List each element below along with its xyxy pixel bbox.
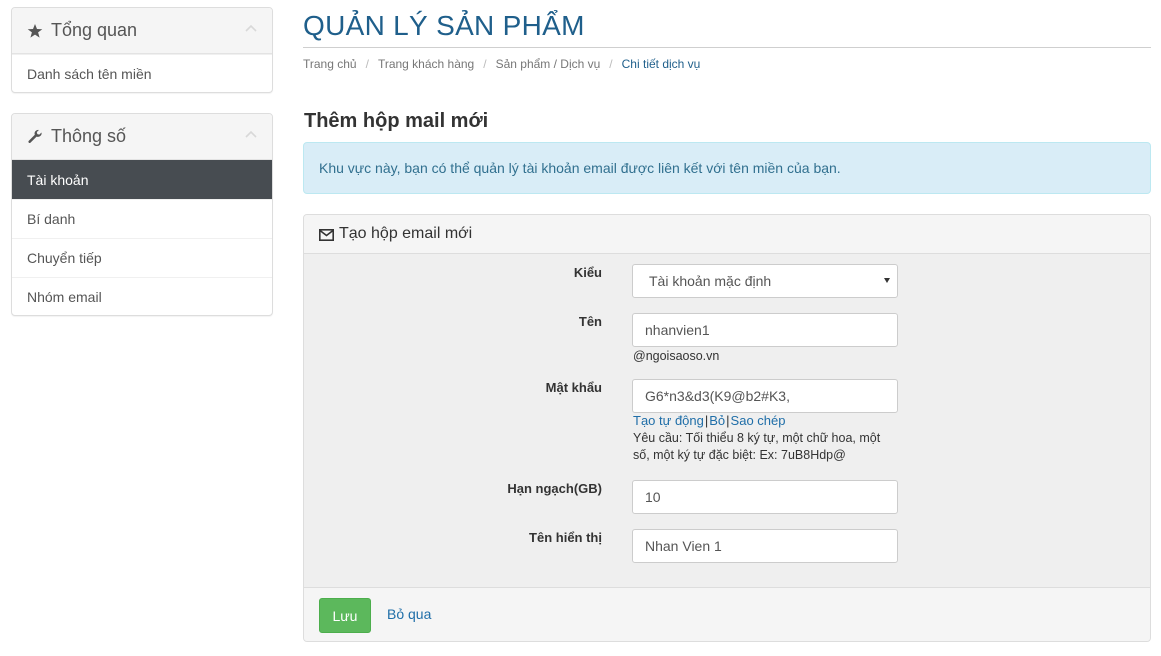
caret-down-icon (884, 278, 890, 283)
title-divider (303, 47, 1151, 48)
name-label: Tên (578, 314, 602, 329)
breadcrumb-separator: / (609, 57, 613, 71)
settings-panel-title: Thông số (51, 126, 127, 146)
create-mailbox-header: Tạo hộp email mới (304, 215, 1150, 254)
sidebar-item-alias[interactable]: Bí danh (12, 199, 272, 238)
cancel-link[interactable]: Bỏ qua (387, 606, 431, 622)
display-name-input[interactable]: Nhan Vien 1 (632, 529, 898, 563)
create-mailbox-panel: Tạo hộp email mới Kiểu Tài khoản mặc địn… (303, 214, 1151, 642)
generate-password-link[interactable]: Tạo tự động (633, 413, 704, 428)
quota-input-value: 10 (645, 489, 661, 505)
breadcrumb-separator: / (483, 57, 487, 71)
password-label: Mật khẩu (545, 380, 602, 395)
password-input[interactable]: G6*n3&d3(K9@b2#K3, (632, 379, 898, 413)
settings-panel-header[interactable]: Thông số (12, 114, 272, 160)
chevron-up-icon[interactable] (244, 22, 258, 36)
breadcrumb-home[interactable]: Trang chủ (303, 57, 357, 71)
link-separator: | (704, 413, 709, 428)
save-button[interactable]: Lưu (319, 598, 371, 633)
name-input-value: nhanvien1 (645, 322, 710, 338)
display-name-label: Tên hiển thị (529, 530, 602, 545)
password-requirement-line: Yêu cầu: Tối thiểu 8 ký tự, một chữ hoa,… (633, 431, 881, 445)
wrench-icon (26, 128, 44, 146)
sidebar-item-label: Bí danh (27, 211, 76, 227)
copy-password-link[interactable]: Sao chép (731, 413, 786, 428)
overview-panel-header[interactable]: Tổng quan (12, 8, 272, 54)
breadcrumb-products[interactable]: Sản phẩm / Dịch vụ (496, 57, 601, 71)
link-separator: | (726, 413, 730, 428)
sidebar-item-label: Danh sách tên miền (27, 66, 152, 82)
breadcrumb-separator: / (365, 57, 369, 71)
sidebar-item-account[interactable]: Tài khoản (12, 160, 272, 199)
breadcrumb-client-area[interactable]: Trang khách hàng (378, 57, 474, 71)
page-title: QUẢN LÝ SẢN PHẨM (303, 10, 585, 41)
password-requirement-line: số, một ký tự đặc biệt: Ex: 7uB8Hdp@ (633, 448, 846, 462)
type-label: Kiểu (573, 265, 602, 280)
sidebar-item-label: Chuyển tiếp (27, 250, 102, 266)
overview-panel: Tổng quan Danh sách tên miền (11, 7, 273, 93)
display-name-input-value: Nhan Vien 1 (645, 538, 722, 554)
info-alert: Khu vực này, bạn có thể quản lý tài khoả… (303, 142, 1151, 194)
form-footer: Lưu Bỏ qua (304, 587, 1150, 641)
chevron-up-icon[interactable] (244, 128, 258, 142)
password-input-value: G6*n3&d3(K9@b2#K3, (645, 388, 790, 404)
sidebar-item-domain-list[interactable]: Danh sách tên miền (12, 54, 272, 92)
form-body: Kiểu Tài khoản mặc định Tên nhanvien1 @n… (304, 254, 1150, 587)
type-select-value: Tài khoản mặc định (649, 273, 772, 289)
clear-password-link[interactable]: Bỏ (709, 413, 725, 428)
name-input[interactable]: nhanvien1 (632, 313, 898, 347)
password-actions: Tạo tự động|Bỏ|Sao chép (633, 413, 785, 428)
quota-label: Hạn ngạch(GB) (507, 481, 602, 496)
star-icon (26, 22, 44, 40)
settings-panel: Thông số Tài khoản Bí danh Chuyển tiếp N… (11, 113, 273, 316)
create-mailbox-title: Tạo hộp email mới (339, 225, 473, 242)
envelope-icon (319, 228, 334, 241)
section-title: Thêm hộp mail mới (304, 110, 489, 132)
type-select[interactable]: Tài khoản mặc định (632, 264, 898, 298)
domain-suffix: @ngoisaoso.vn (633, 349, 720, 363)
password-requirements: Yêu cầu: Tối thiểu 8 ký tự, một chữ hoa,… (633, 430, 880, 464)
breadcrumb: Trang chủ / Trang khách hàng / Sản phẩm … (303, 57, 700, 71)
sidebar-item-label: Nhóm email (27, 289, 102, 305)
sidebar-item-label: Tài khoản (27, 172, 89, 188)
quota-input[interactable]: 10 (632, 480, 898, 514)
breadcrumb-service-details: Chi tiết dịch vụ (621, 57, 701, 71)
overview-panel-title: Tổng quan (51, 20, 138, 40)
sidebar-item-forwarding[interactable]: Chuyển tiếp (12, 238, 272, 277)
sidebar-item-email-group[interactable]: Nhóm email (12, 277, 272, 315)
